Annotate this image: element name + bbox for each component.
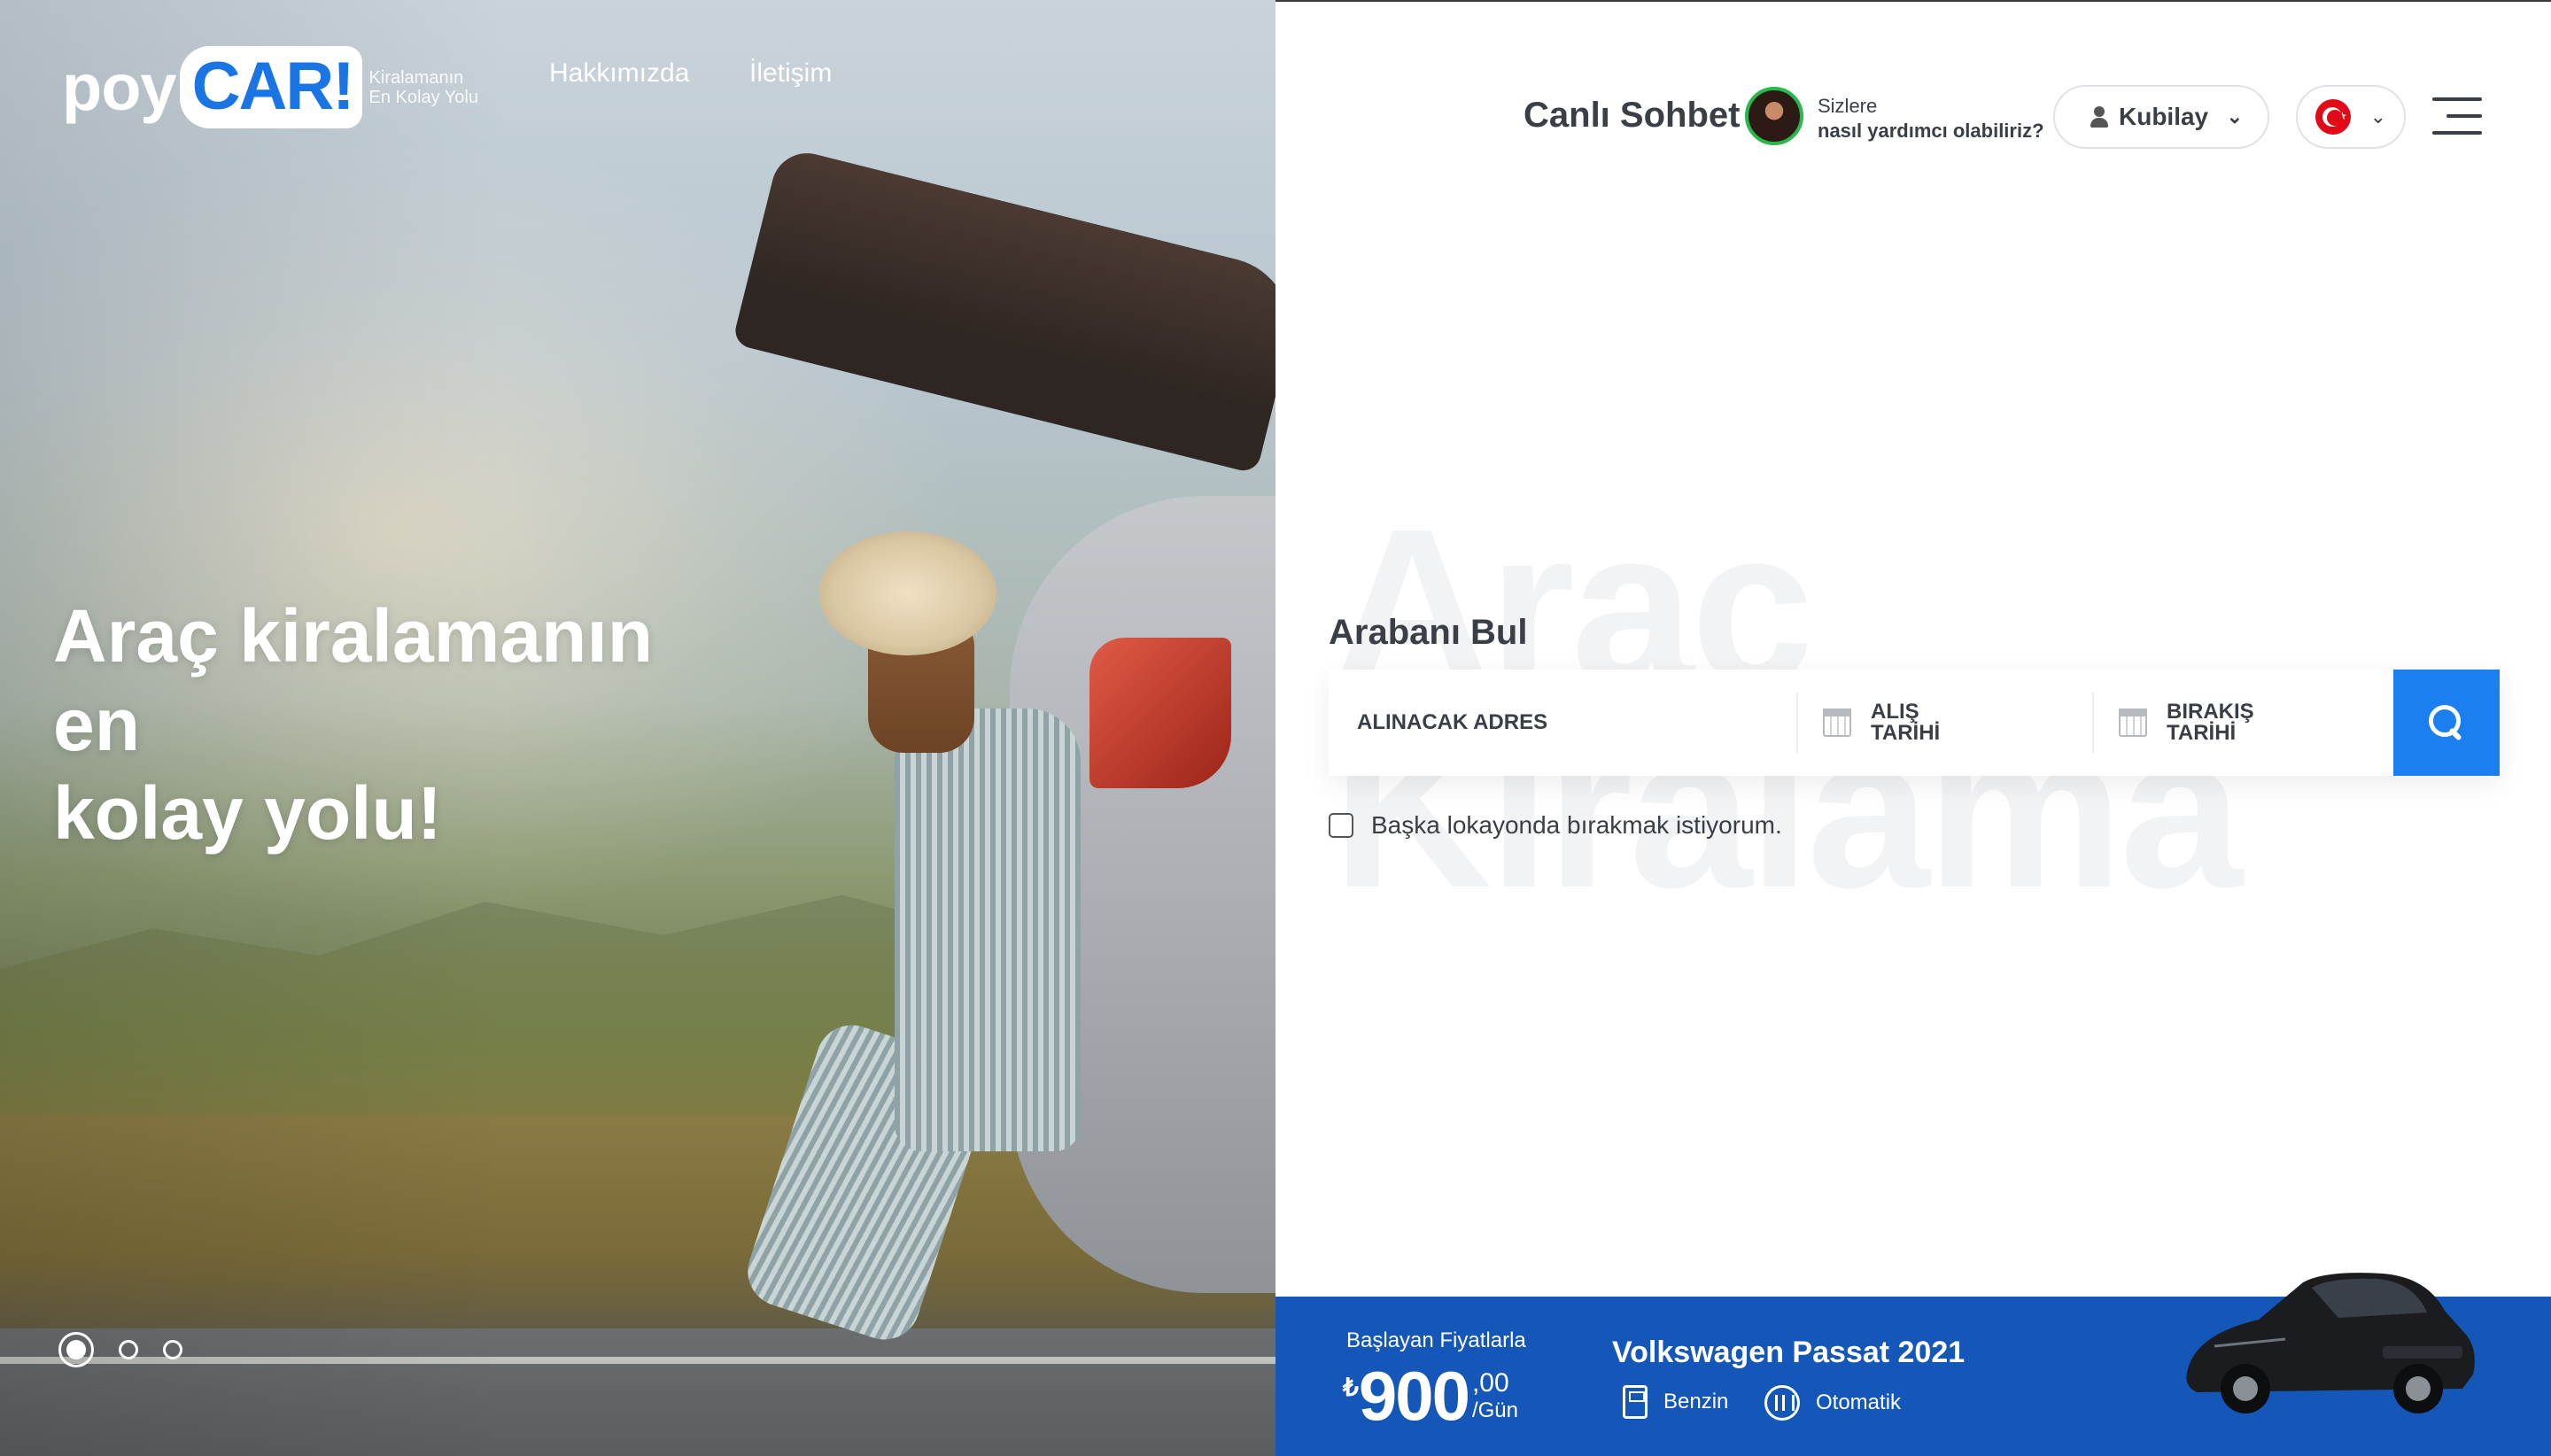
return-date-field[interactable]: BIRAKIŞ TARİHİ (2094, 693, 2390, 753)
pickup-address-placeholder: ALINACAK ADRES (1357, 710, 1548, 734)
support-agent-avatar[interactable] (1745, 87, 1803, 145)
hero-heading: Araç kiralamanın en kolay yolu! (53, 592, 726, 857)
promo-transmission: Otomatik (1764, 1385, 1901, 1421)
pickup-date-field[interactable]: ALIŞ TARİHİ (1798, 693, 2094, 753)
promo-amount: 900 (1358, 1357, 1470, 1435)
return-date-label-line2: TARİHİ (2167, 721, 2237, 745)
hero-heading-line3: kolay yolu! (53, 771, 442, 855)
hero-heading-line2: en (53, 683, 141, 766)
promo-currency: ₺ (1343, 1374, 1359, 1401)
chevron-down-icon: ⌄ (2369, 105, 2386, 128)
pickup-date-label-line2: TARİHİ (1871, 721, 1941, 745)
promo-fuel-label: Benzin (1663, 1390, 1729, 1413)
hero-heading-line1: Araç kiralamanın (53, 594, 654, 678)
support-prompt-line1: Sizlere (1818, 95, 1878, 117)
support-prompt[interactable]: Sizlere nasıl yardımcı olabiliriz? (1818, 94, 2044, 143)
promo-cents: ,00 (1471, 1368, 1509, 1398)
car-search-form: ALINACAK ADRES ALIŞ TARİHİ BIRAKIŞ TARİH… (1329, 670, 2500, 776)
slider-dot-3[interactable] (163, 1340, 182, 1359)
return-date-label-line1: BIRAKIŞ (2167, 700, 2254, 724)
turkey-flag-icon: ★ (2315, 99, 2351, 135)
promo-transmission-label: Otomatik (1816, 1390, 1902, 1414)
language-selector[interactable]: ★ ⌄ (2296, 85, 2406, 149)
pickup-address-field[interactable]: ALINACAK ADRES (1329, 693, 1798, 753)
chevron-down-icon: ⌄ (2226, 105, 2243, 128)
live-chat-label[interactable]: Canlı Sohbet (1524, 96, 1740, 136)
other-location-label: Başka lokayonda bırakmak istiyorum. (1371, 811, 1782, 839)
calendar-icon (1823, 709, 1851, 737)
top-divider (1276, 0, 2551, 2)
user-menu-button[interactable]: Kubilay ⌄ (2053, 85, 2269, 149)
promo-car-model: Volkswagen Passat 2021 (1612, 1336, 1966, 1369)
logo-prefix: poy (62, 50, 177, 124)
pickup-date-label: ALIŞ TARİHİ (1871, 701, 1940, 744)
nav-contact[interactable]: İletişim (749, 58, 832, 89)
support-prompt-line2: nasıl yardımcı olabiliriz? (1818, 120, 2044, 142)
logo-tagline-line2: En Kolay Yolu (368, 87, 478, 107)
search-icon (2429, 705, 2464, 740)
brand-logo[interactable]: poy CAR! Kiralamanın En Kolay Yolu (62, 46, 478, 128)
return-date-label: BIRAKIŞ TARİHİ (2167, 701, 2254, 744)
logo-name: CAR! (179, 46, 362, 128)
promo-decimal: ,00 /Gün (1472, 1369, 1518, 1424)
logo-tagline-line1: Kiralamanın (368, 67, 464, 88)
search-button[interactable] (2393, 670, 2500, 776)
other-location-option[interactable]: Başka lokayonda bırakmak istiyorum. (1329, 811, 1782, 840)
calendar-icon (2119, 709, 2147, 737)
promo-from-label: Başlayan Fiyatlarla (1346, 1328, 1526, 1352)
fuel-pump-icon (1623, 1385, 1648, 1419)
user-icon (2090, 106, 2108, 128)
gearbox-icon (1764, 1385, 1800, 1421)
promo-fuel: Benzin (1623, 1385, 1728, 1419)
search-title: Arabanı Bul (1329, 613, 1528, 652)
slider-dots (58, 1332, 182, 1367)
user-name: Kubilay (2119, 103, 2209, 130)
slider-dot-1[interactable] (58, 1332, 94, 1367)
slider-dot-2[interactable] (119, 1340, 138, 1359)
logo-tagline: Kiralamanın En Kolay Yolu (369, 68, 478, 107)
hamburger-menu-icon[interactable] (2432, 96, 2482, 136)
other-location-checkbox[interactable] (1329, 813, 1353, 838)
nav-about[interactable]: Hakkımızda (549, 58, 689, 89)
promo-price: ₺ 900 ,00 /Gün (1343, 1359, 1518, 1433)
promo-per-day: /Gün (1471, 1398, 1518, 1422)
pickup-date-label-line1: ALIŞ (1871, 700, 1919, 724)
promo-car-image (2186, 1273, 2475, 1413)
hero-image: poy CAR! Kiralamanın En Kolay Yolu Hakkı… (0, 0, 1276, 1456)
